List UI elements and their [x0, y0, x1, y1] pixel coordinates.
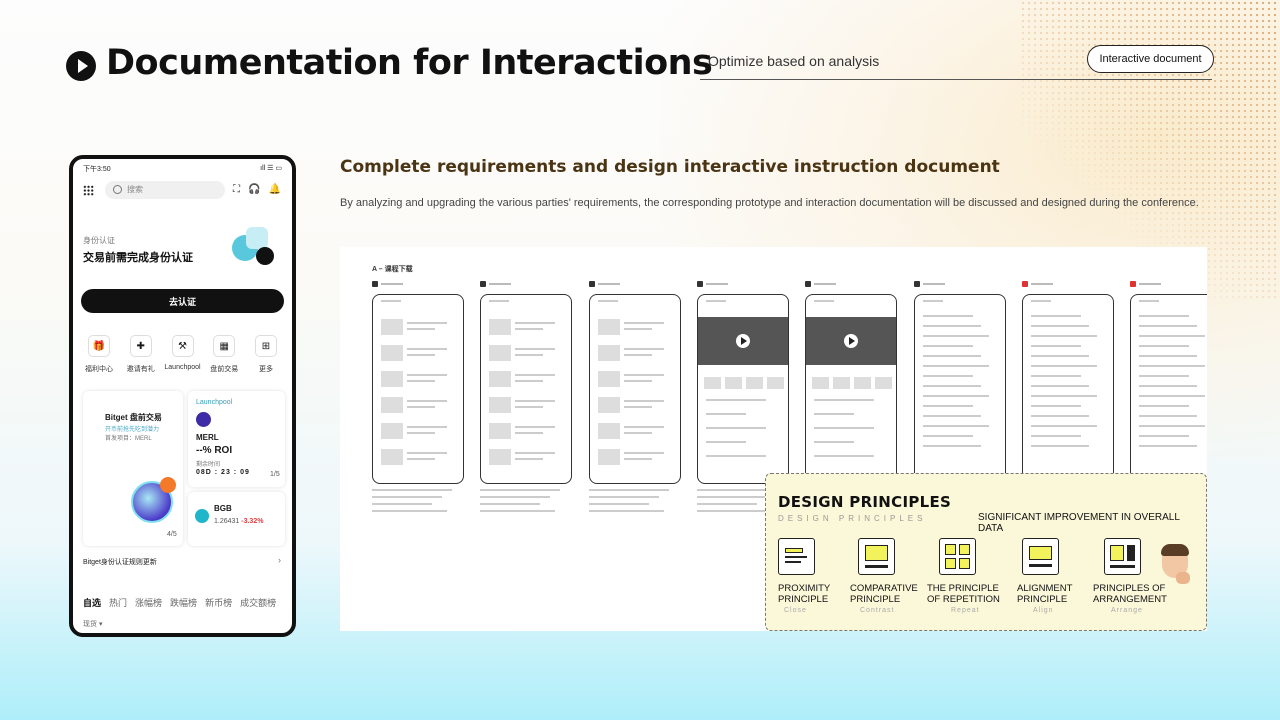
interactive-document-button[interactable]: Interactive document: [1087, 45, 1214, 73]
card-subtitle: 开币前抢先吃到潜力: [105, 427, 160, 433]
spot-filter[interactable]: 现货 ▾: [83, 619, 102, 629]
tab-volume[interactable]: 成交额榜: [240, 596, 276, 609]
section-title: Complete requirements and design interac…: [340, 157, 1000, 177]
bgb-card[interactable]: BGB 1.26431 -3.32%: [188, 492, 285, 546]
bgb-token-icon: [195, 509, 209, 523]
improvement-note: SIGNIFICANT IMPROVEMENT IN OVERALL DATA: [978, 512, 1180, 534]
prototype-screen: [372, 280, 464, 512]
principle-name: PROXIMITY PRINCIPLE: [778, 583, 831, 605]
remaining-label: 剩余时间: [196, 462, 221, 468]
section-description: By analyzing and upgrading the various p…: [340, 197, 1199, 209]
principle-en: Close: [784, 607, 807, 614]
shortcut-label: 盘前交易: [210, 366, 239, 373]
shortcut-invite[interactable]: ✚ 邀请有礼: [121, 335, 161, 374]
price-change: -3.32%: [241, 518, 264, 525]
token-roi: --% ROI: [196, 445, 233, 456]
search-placeholder: 搜索: [127, 185, 143, 194]
card-pager: 1/5: [270, 471, 280, 478]
premarket-card[interactable]: Bitget 盘前交易 开币前抢先吃到潜力 首发项目：MERL 4/5: [83, 391, 183, 546]
design-principles-title: DESIGN PRINCIPLES: [778, 493, 952, 511]
merl-token-icon: [196, 412, 211, 427]
shortcut-label: 邀请有礼: [126, 366, 155, 373]
countdown: 08D : 23 : 09: [196, 469, 250, 476]
principle-name: PRINCIPLES OF ARRANGEMENT: [1093, 583, 1167, 605]
repeat-icon: [939, 538, 976, 575]
token-price: 1.26431 -3.32%: [214, 518, 263, 525]
card-project: 首发项目：MERL: [105, 436, 152, 442]
principle-name: ALIGNMENT PRINCIPLE: [1017, 583, 1073, 605]
more-icon: ⊞: [255, 335, 277, 357]
page-subtitle: Optimize based on analysis: [708, 53, 880, 69]
identity-illustration: [228, 221, 278, 271]
status-indicators: ıll ☰ ▭: [260, 165, 282, 172]
shortcut-launchpool[interactable]: ⚒ Launchpool: [163, 335, 203, 374]
avatar: [1158, 544, 1194, 586]
principle-name: THE PRINCIPLE OF REPETITION: [927, 583, 1000, 605]
token-name: BGB: [214, 504, 232, 513]
pickaxe-icon: ⚒: [171, 335, 194, 357]
id-title: 交易前需完成身份认证: [83, 252, 193, 264]
shortcut-welfare[interactable]: 🎁 福利中心: [79, 335, 119, 374]
card-title: Bitget 盘前交易: [105, 413, 162, 422]
header-divider: [700, 79, 1212, 80]
prototype-screen: [589, 280, 681, 512]
chevron-right-icon[interactable]: ›: [278, 555, 281, 565]
principle-en: Arrange: [1111, 607, 1143, 614]
shortcut-more[interactable]: ⊞ 更多: [246, 335, 286, 374]
shortcut-label: 福利中心: [85, 366, 113, 373]
principle-en: Repeat: [951, 607, 980, 614]
tab-gainers[interactable]: 涨幅榜: [135, 596, 162, 609]
align-icon: [1022, 538, 1059, 575]
search-input[interactable]: 搜索: [105, 181, 225, 199]
price-value: 1.26431: [214, 518, 240, 525]
principle-alignment: ALIGNMENT PRINCIPLE Align: [1017, 538, 1072, 614]
tab-new[interactable]: 新币榜: [205, 596, 232, 609]
verify-button[interactable]: 去认证: [81, 289, 284, 313]
principle-arrangement: PRINCIPLES OF ARRANGEMENT Arrange: [1093, 538, 1167, 614]
invite-icon: ✚: [129, 335, 152, 357]
token-name: MERL: [196, 433, 219, 442]
calendar-icon: ▦: [213, 335, 236, 357]
phone-mockup: 下午3:50 ıll ☰ ▭ 搜索 ⛶🎧🔔 身份认证 交易前需完成身份认证 去认…: [69, 155, 296, 637]
market-tabs: 自选 热门 涨幅榜 跌幅榜 新币榜 成交额榜: [83, 596, 276, 609]
app-grid-icon[interactable]: [83, 185, 94, 196]
shortcut-label: 更多: [259, 366, 273, 373]
proximity-icon: [778, 538, 815, 575]
principle-en: Contrast: [860, 607, 895, 614]
principle-proximity: PROXIMITY PRINCIPLE Close: [778, 538, 830, 614]
card-tag: Launchpool: [196, 399, 233, 406]
page-title: Documentation for Interactions: [106, 43, 713, 83]
principle-contrast: COMPARATIVE PRINCIPLE Contrast: [850, 538, 918, 614]
shortcut-premarket[interactable]: ▦ 盘前交易: [204, 335, 244, 374]
arrange-icon: [1104, 538, 1141, 575]
prototype-label: A – 课程下载: [372, 266, 413, 273]
search-icon: [113, 185, 122, 194]
gift-icon: 🎁: [88, 335, 110, 357]
coin-illustration: [131, 477, 176, 523]
tab-favorites[interactable]: 自选: [83, 596, 101, 609]
principle-repetition: THE PRINCIPLE OF REPETITION Repeat: [927, 538, 1000, 614]
design-principles-box: DESIGN PRINCIPLES DESIGN PRINCIPLES SIGN…: [765, 473, 1207, 631]
contrast-icon: [858, 538, 895, 575]
tab-hot[interactable]: 热门: [109, 596, 127, 609]
id-label: 身份认证: [83, 236, 115, 245]
status-time: 下午3:50: [83, 166, 111, 173]
top-action-icons[interactable]: ⛶🎧🔔: [233, 184, 289, 195]
tab-losers[interactable]: 跌幅榜: [170, 596, 197, 609]
prototype-screen: [480, 280, 572, 512]
notice-text[interactable]: Bitget身份认证规则更新: [83, 557, 157, 567]
shortcut-label: Launchpool: [164, 364, 201, 371]
launchpool-card[interactable]: Launchpool MERL --% ROI 剩余时间 08D : 23 : …: [188, 391, 285, 487]
principle-name: COMPARATIVE PRINCIPLE: [850, 583, 918, 605]
principle-en: Align: [1033, 607, 1054, 614]
shortcut-row: 🎁 福利中心 ✚ 邀请有礼 ⚒ Launchpool ▦ 盘前交易 ⊞ 更多: [79, 335, 286, 374]
design-principles-subtitle: DESIGN PRINCIPLES: [778, 514, 927, 523]
card-pager: 4/5: [167, 531, 177, 538]
play-icon: [66, 51, 96, 81]
